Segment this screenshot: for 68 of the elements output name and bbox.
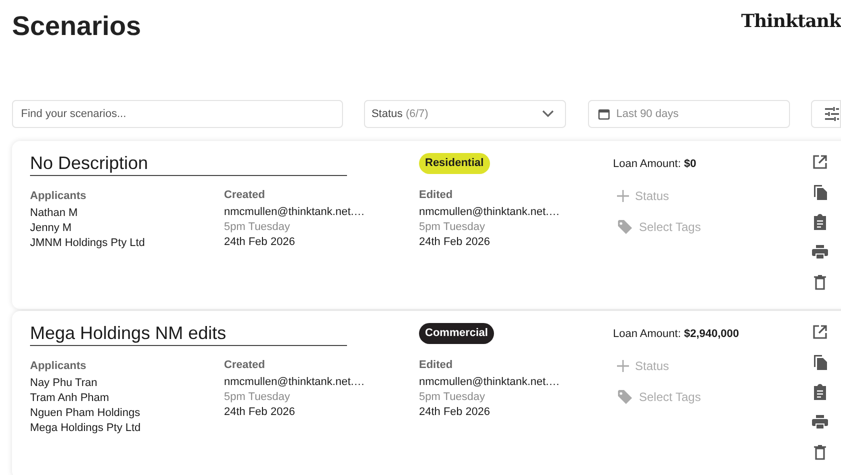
clipboard-icon xyxy=(814,214,826,230)
column-label: Applicants xyxy=(30,189,88,203)
select-tags-button[interactable]: Select Tags xyxy=(613,387,701,407)
duplicate-button[interactable] xyxy=(811,353,829,371)
tag-icon xyxy=(617,389,633,405)
edited-date: 24th Feb 2026 xyxy=(419,405,491,420)
clipboard-icon xyxy=(814,384,826,400)
created-time: 5pm Tuesday xyxy=(224,390,292,405)
delete-button[interactable] xyxy=(811,443,829,461)
trash-icon xyxy=(814,444,826,460)
created-date: 24th Feb 2026 xyxy=(224,235,296,250)
delete-button[interactable] xyxy=(811,273,829,291)
search-field[interactable]: Find your scenarios... xyxy=(12,100,344,128)
plus-icon xyxy=(617,190,629,202)
applicant-name: Mega Holdings Pty Ltd xyxy=(30,421,142,436)
applicant-name: Nathan M xyxy=(30,206,79,221)
select-tags-button[interactable]: Select Tags xyxy=(613,217,701,237)
edited-time: 5pm Tuesday xyxy=(419,390,486,405)
created-date: 24th Feb 2026 xyxy=(224,405,296,420)
scenario-title[interactable]: Mega Holdings NM edits xyxy=(30,323,347,346)
open-external-icon xyxy=(813,325,827,339)
copy-icon xyxy=(813,184,827,200)
open-external-button[interactable] xyxy=(811,323,829,341)
open-external-icon xyxy=(813,155,827,169)
status-dropdown[interactable]: Status (6/7) xyxy=(364,100,566,128)
creator-email: nmcmullen@thinktank.net.… xyxy=(224,375,366,390)
applicant-name: JMNM Holdings Pty Ltd xyxy=(30,236,146,251)
editor-email: nmcmullen@thinktank.net.… xyxy=(419,375,561,390)
plus-icon xyxy=(617,360,629,372)
category-tag: Residential xyxy=(419,153,490,174)
edited-time: 5pm Tuesday xyxy=(419,220,486,235)
column-label: Created xyxy=(224,188,266,202)
applicant-name: Nay Phu Tran xyxy=(30,376,98,391)
editor-email: nmcmullen@thinktank.net.… xyxy=(419,205,561,220)
print-button[interactable] xyxy=(811,243,829,261)
applicant-name: Jenny M xyxy=(30,221,73,236)
date-range-field[interactable]: Last 90 days xyxy=(588,100,790,128)
created-time: 5pm Tuesday xyxy=(224,220,292,235)
clipboard-button[interactable] xyxy=(811,213,829,231)
column-label: Edited xyxy=(419,188,454,202)
add-status-button[interactable]: Status xyxy=(613,186,670,206)
column-label: Applicants xyxy=(30,359,88,373)
creator-email: nmcmullen@thinktank.net.… xyxy=(224,205,366,220)
clipboard-button[interactable] xyxy=(811,383,829,401)
printer-icon xyxy=(812,415,828,429)
open-external-button[interactable] xyxy=(811,153,829,171)
category-tag: Commercial xyxy=(419,323,494,344)
page-title: Scenarios xyxy=(12,10,142,43)
applicant-name: Tram Anh Pham xyxy=(30,391,110,406)
tag-icon xyxy=(617,219,633,235)
chevron-down-icon xyxy=(542,110,554,118)
copy-icon xyxy=(813,354,827,370)
add-status-button[interactable]: Status xyxy=(613,356,670,376)
column-label: Created xyxy=(224,358,266,372)
brand-logo: Thinktank xyxy=(741,10,841,32)
applicant-name: Nguen Pham Holdings xyxy=(30,406,142,421)
calendar-icon xyxy=(598,108,610,120)
loan-amount: Loan Amount: $0 xyxy=(613,157,698,172)
loan-amount: Loan Amount: $2,940,000 xyxy=(613,327,740,342)
trash-icon xyxy=(814,274,826,290)
scenario-title[interactable]: No Description xyxy=(30,153,347,176)
print-button[interactable] xyxy=(811,413,829,431)
filter-settings-button[interactable] xyxy=(811,100,841,128)
column-label: Edited xyxy=(419,358,454,372)
sliders-icon xyxy=(824,107,840,121)
edited-date: 24th Feb 2026 xyxy=(419,235,491,250)
duplicate-button[interactable] xyxy=(811,183,829,201)
printer-icon xyxy=(812,245,828,259)
